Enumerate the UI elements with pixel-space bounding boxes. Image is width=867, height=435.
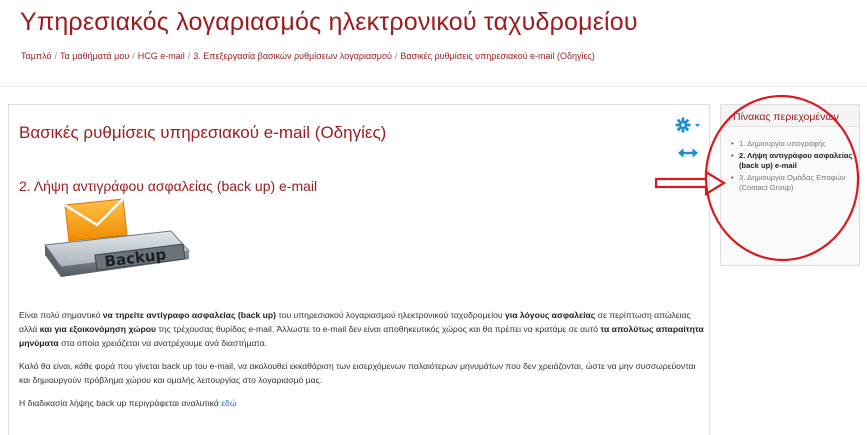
section-heading: 2. Λήψη αντιγράφου ασφαλείας (back up) e…	[19, 178, 318, 194]
site-title: Υπηρεσιακός λογαριασμός ηλεκτρονικού ταχ…	[20, 8, 638, 36]
paragraph-procedure: Η διαδικασία λήψης back up περιγράφεται …	[19, 398, 237, 408]
paragraph-cleanup: Καλό θα είναι, κάθε φορά που γίνεται bac…	[19, 361, 696, 385]
annotation-arrow-icon	[654, 170, 727, 196]
article-body: Είναι πολύ σημαντικό να τηρείτε αντίγραφ…	[19, 308, 704, 419]
page-actions-menu[interactable]	[674, 115, 704, 135]
procedure-link[interactable]: εδώ	[221, 398, 236, 408]
page-title: Βασικές ρυθμίσεις υπηρεσιακού e-mail (Οδ…	[19, 123, 387, 142]
breadcrumb-link-my-courses[interactable]: Τα μαθήματά μου	[60, 51, 129, 61]
toc-item-backup: 2. Λήψη αντιγράφου ασφαλείας (back up) e…	[731, 151, 855, 172]
expand-width-button[interactable]	[676, 143, 700, 163]
toc-list: 1. Δημιουργία υπογραφής 2. Λήψη αντιγράφ…	[721, 127, 859, 194]
main-content-panel: Βασικές ρυθμίσεις υπηρεσιακού e-mail (Οδ…	[8, 104, 710, 435]
breadcrumb-separator: /	[54, 51, 57, 61]
paragraph-intro: Είναι πολύ σημαντικό να τηρείτε αντίγραφ…	[19, 310, 704, 348]
breadcrumb-separator: /	[187, 51, 191, 61]
caret-down-icon	[695, 124, 700, 127]
breadcrumb-link-section[interactable]: 3. Επεξεργασία βασικών ρυθμίσεων λογαρια…	[193, 51, 392, 61]
table-of-contents-panel: Πίνακας περιεχομένων 1. Δημιουργία υπογρ…	[720, 104, 860, 266]
breadcrumb-separator: /	[132, 51, 135, 61]
breadcrumb-link-dashboard[interactable]: Ταμπλό	[21, 51, 51, 61]
breadcrumb-link-course[interactable]: HCG e-mail	[138, 51, 185, 61]
toc-item-signature[interactable]: 1. Δημιουργία υπογραφής	[731, 139, 855, 150]
hard-drive-icon: Backup	[44, 230, 191, 277]
toc-item-contact-group[interactable]: 3. Δημιουργία Ομάδας Επαφών (Contact Gro…	[731, 173, 855, 194]
backup-drive-illustration: Backup	[44, 198, 191, 277]
breadcrumb-separator: /	[394, 51, 398, 61]
gear-icon	[675, 117, 700, 133]
expand-arrows-icon	[678, 148, 698, 158]
breadcrumb: Ταμπλό / Τα μαθήματά μου / HCG e-mail/3. Επε…	[21, 51, 595, 61]
breadcrumb-link-current-page[interactable]: Βασικές ρυθμίσεις υπηρεσιακού e-mail (Οδ…	[400, 51, 594, 61]
envelope-icon	[64, 198, 128, 242]
toc-title: Πίνακας περιεχομένων	[721, 105, 859, 127]
header-divider	[0, 86, 867, 87]
